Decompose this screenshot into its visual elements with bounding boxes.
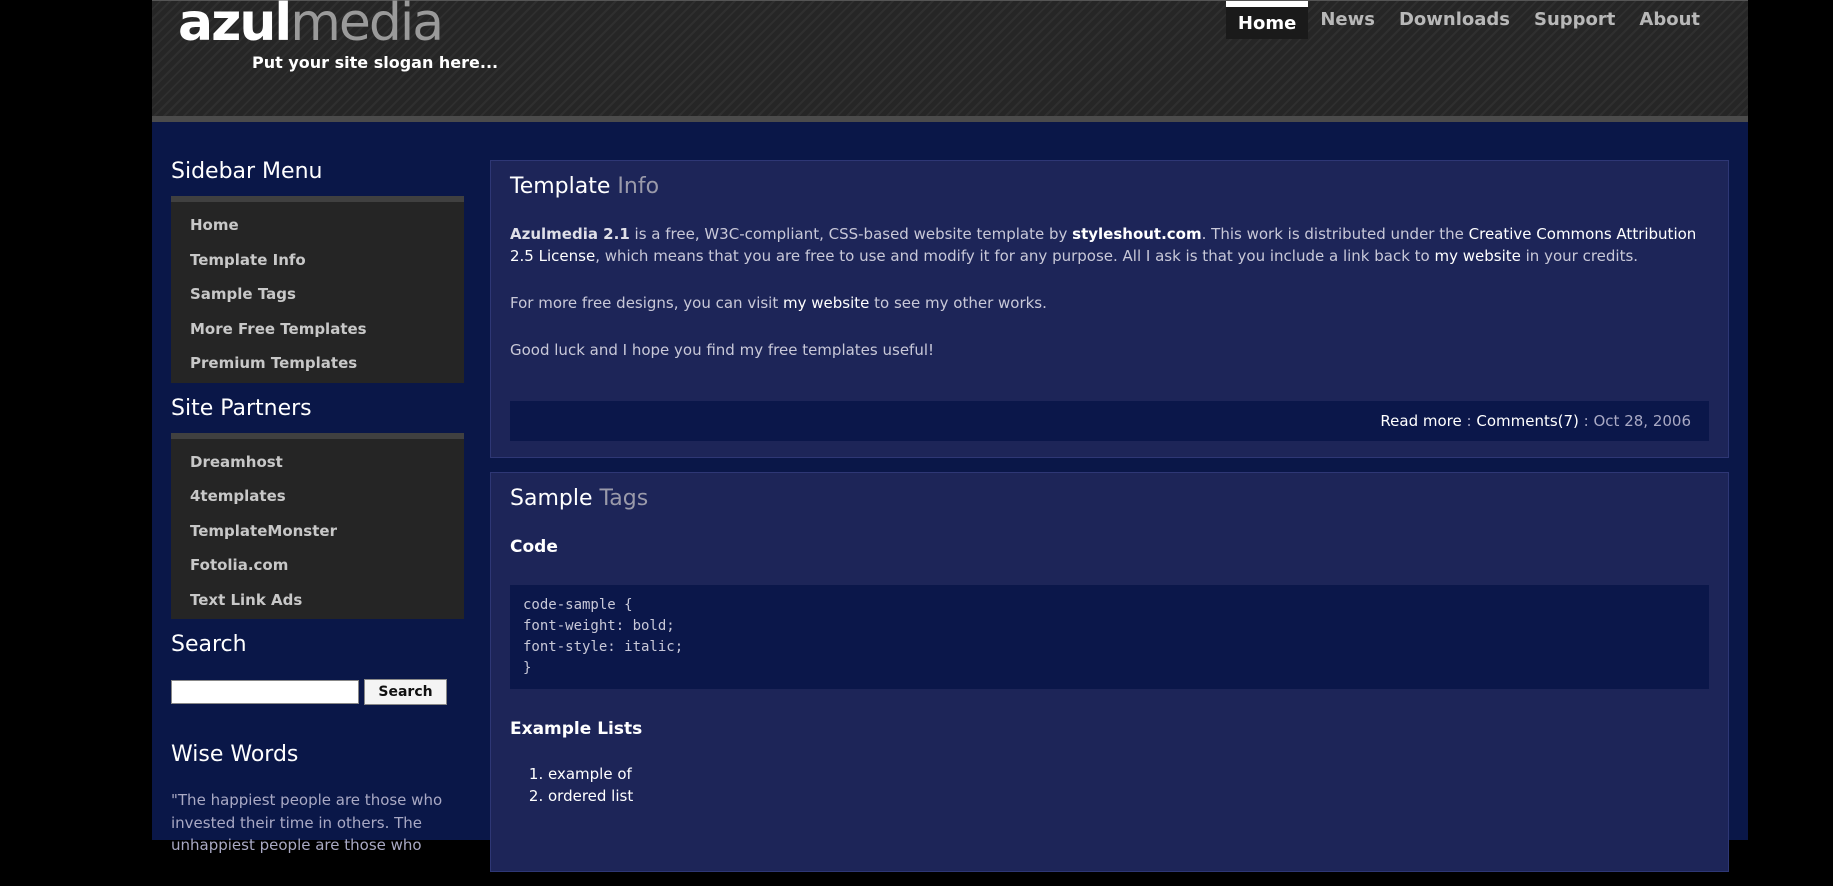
styleshout-link[interactable]: styleshout.com [1072,225,1201,243]
ordered-list: example of ordered list [510,763,1709,807]
code-line: font-style: italic; [523,639,684,655]
partner-item-templatemonster[interactable]: TemplateMonster [171,514,464,549]
search-title: Search [171,632,247,657]
post-title: Template Info [510,161,1709,201]
page-wrapper: azulmedia Put your site slogan here... H… [152,0,1748,872]
site-partners-menu: Dreamhost 4templates TemplateMonster Fot… [171,432,464,619]
wise-words-quote: "The happiest people are those who inves… [171,791,443,854]
post-title: Sample Tags [510,473,1709,513]
text-segment: , which means that you are free to use a… [595,247,1435,265]
partner-item-fotolia[interactable]: Fotolia.com [171,548,464,583]
post-date: Oct 28, 2006 [1593,412,1692,430]
text-segment: . This work is distributed under the [1201,225,1469,243]
comments-link[interactable]: Comments(7) [1476,412,1579,430]
post-title-main: Sample [510,486,593,511]
post-title-dim: Info [617,174,660,199]
separator: : [1461,412,1477,430]
partner-item-4templates[interactable]: 4templates [171,479,464,514]
site-header: azulmedia Put your site slogan here... H… [152,0,1748,122]
search-form: Search [171,679,464,705]
code-line: code-sample { [523,597,633,613]
sidebar-item-sample-tags[interactable]: Sample Tags [171,277,464,312]
nav-home[interactable]: Home [1225,1,1309,39]
nav-about[interactable]: About [1627,1,1712,37]
post-footer: Read more : Comments(7) : Oct 28, 2006 [510,401,1709,441]
code-line: } [523,660,532,676]
top-navigation: Home News Downloads Support About [1225,1,1712,39]
post-title-main: Template [510,174,611,199]
partner-item-text-link-ads[interactable]: Text Link Ads [171,583,464,618]
site-slogan: Put your site slogan here... [252,53,499,72]
wise-words-title: Wise Words [171,742,299,767]
site-logo[interactable]: azulmedia [178,0,444,53]
text-segment: in your credits. [1520,247,1639,265]
post-sample-tags: Sample Tags Code code-sample { font-weig… [490,472,1729,872]
text-segment: is a free, W3C-compliant, CSS-based webs… [629,225,1073,243]
logo-text-secondary: media [290,0,444,53]
post-title-dim: Tags [599,486,649,511]
code-line: font-weight: bold; [523,618,675,634]
main-content: Template Info Azulmedia 2.1 is a free, W… [490,160,1729,886]
post-paragraph: Good luck and I hope you find my free te… [510,341,935,359]
sidebar-item-premium-templates[interactable]: Premium Templates [171,346,464,381]
read-more-link[interactable]: Read more [1380,412,1461,430]
post-template-info: Template Info Azulmedia 2.1 is a free, W… [490,160,1729,458]
logo-text-primary: azul [178,0,292,53]
text-segment: to see my other works. [869,294,1047,312]
code-heading: Code [510,537,558,557]
search-button[interactable]: Search [364,679,447,705]
sidebar: Sidebar Menu Home Template Info Sample T… [171,158,464,857]
nav-downloads[interactable]: Downloads [1387,1,1522,37]
nav-news[interactable]: News [1308,1,1387,37]
partner-item-dreamhost[interactable]: Dreamhost [171,445,464,480]
product-name: Azulmedia 2.1 [510,225,630,243]
post-paragraph: Azulmedia 2.1 is a free, W3C-compliant, … [510,223,1709,267]
nav-support[interactable]: Support [1522,1,1627,37]
separator: : [1578,412,1594,430]
sidebar-item-home[interactable]: Home [171,208,464,243]
my-website-link[interactable]: my website [783,294,869,312]
lists-heading: Example Lists [510,719,643,739]
sidebar-menu-title: Sidebar Menu [171,159,323,184]
my-website-link[interactable]: my website [1434,247,1520,265]
list-item: ordered list [548,785,1709,807]
sidebar-item-template-info[interactable]: Template Info [171,243,464,278]
code-block: code-sample { font-weight: bold; font-st… [510,585,1709,689]
search-input[interactable] [171,680,359,704]
sidebar-item-more-free-templates[interactable]: More Free Templates [171,312,464,347]
text-segment: For more free designs, you can visit [510,294,784,312]
site-partners-title: Site Partners [171,395,312,421]
post-paragraph: For more free designs, you can visit my … [510,292,1709,314]
list-item: example of [548,763,1709,785]
header-divider [152,116,1748,122]
sidebar-menu: Home Template Info Sample Tags More Free… [171,196,464,383]
